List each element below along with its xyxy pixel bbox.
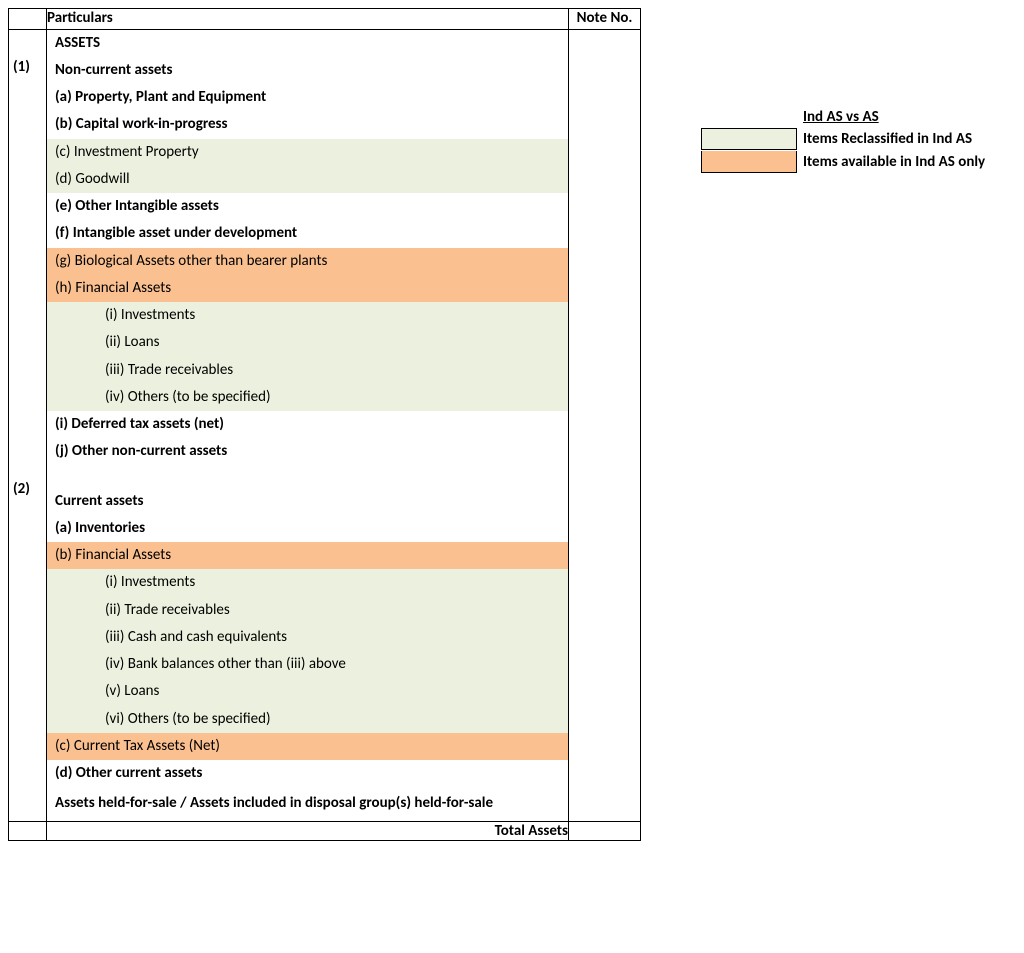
total-assets-label: Total Assets — [47, 822, 569, 841]
nca-item-h-i: (i) Investments — [47, 302, 568, 329]
ca-item-a: (a) Inventories — [47, 515, 568, 542]
nca-item-h-iii: (iii) Trade receivables — [47, 357, 568, 384]
footer-note — [569, 822, 641, 841]
legend-row-reclassified: Items Reclassified in Ind AS — [701, 128, 985, 151]
non-current-assets-heading: Non-current assets — [47, 57, 568, 84]
nca-item-e: (e) Other Intangible assets — [47, 193, 568, 220]
legend-swatch-orange — [701, 151, 797, 173]
legend-text-reclassified: Items Reclassified in Ind AS — [803, 128, 972, 151]
ca-item-b-vi: (vi) Others (to be specified) — [47, 706, 568, 733]
nca-item-a: (a) Property, Plant and Equipment — [47, 84, 568, 111]
header-row: Particulars Note No. — [9, 9, 641, 30]
section-number-1: (1) — [13, 58, 30, 76]
footer-num — [9, 822, 47, 841]
note-no-body — [569, 29, 641, 822]
legend-title: Ind AS vs AS — [803, 108, 985, 126]
ca-item-b-i: (i) Investments — [47, 569, 568, 596]
nca-item-h: (h) Financial Assets — [47, 275, 568, 302]
legend-text-indas-only: Items available in Ind AS only — [803, 151, 985, 174]
nca-item-d: (d) Goodwill — [47, 166, 568, 193]
ca-item-b-iv: (iv) Bank balances other than (iii) abov… — [47, 651, 568, 678]
ca-item-d: (d) Other current assets — [47, 760, 568, 787]
nca-item-j: (j) Other non-current assets — [47, 438, 568, 465]
ca-item-b: (b) Financial Assets — [47, 542, 568, 569]
header-particulars: Particulars — [47, 9, 569, 30]
particulars-body: ASSETS Non-current assets (a) Property, … — [47, 29, 569, 822]
legend-row-indas-only: Items available in Ind AS only — [701, 151, 985, 174]
nca-item-b: (b) Capital work-in-progress — [47, 111, 568, 138]
legend-swatch-green — [701, 128, 797, 150]
header-blank — [9, 9, 47, 30]
nca-item-h-ii: (ii) Loans — [47, 329, 568, 356]
ca-item-b-v: (v) Loans — [47, 678, 568, 705]
ca-item-b-iii: (iii) Cash and cash equivalents — [47, 624, 568, 651]
nca-item-h-iv: (iv) Others (to be specified) — [47, 384, 568, 411]
nca-item-i: (i) Deferred tax assets (net) — [47, 411, 568, 438]
held-for-sale: Assets held-for-sale / Assets included i… — [47, 787, 568, 821]
spacer — [47, 466, 568, 488]
ca-item-c: (c) Current Tax Assets (Net) — [47, 733, 568, 760]
nca-item-f: (f) Intangible asset under development — [47, 220, 568, 247]
section-number-col: (1) (2) — [9, 29, 47, 822]
balance-sheet-table: Particulars Note No. (1) (2) ASSETS Non-… — [8, 8, 641, 841]
header-note-no: Note No. — [569, 9, 641, 30]
nca-item-c: (c) Investment Property — [47, 139, 568, 166]
nca-item-g: (g) Biological Assets other than bearer … — [47, 248, 568, 275]
assets-heading: ASSETS — [47, 30, 568, 57]
ca-item-b-ii: (ii) Trade receivables — [47, 597, 568, 624]
section-number-2: (2) — [13, 480, 30, 498]
current-assets-heading: Current assets — [47, 488, 568, 515]
legend: Ind AS vs AS Items Reclassified in Ind A… — [701, 108, 985, 173]
